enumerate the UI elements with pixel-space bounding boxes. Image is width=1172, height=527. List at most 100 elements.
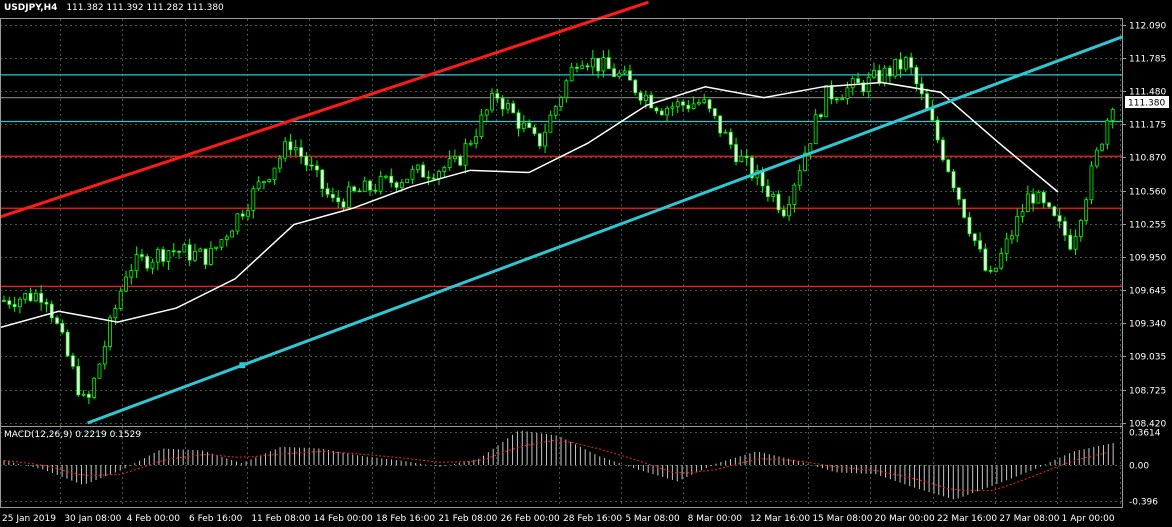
time-label: 26 Feb 00:00 <box>501 514 560 524</box>
candle-body <box>1110 109 1115 121</box>
candle-body <box>293 147 298 151</box>
candle-body <box>357 190 362 193</box>
candle-body <box>193 250 197 261</box>
axes: 25 Jan 2019 30 Jan 08:00 4 Feb 00:00 6 Feb … <box>0 18 1169 524</box>
candle-body <box>458 155 463 166</box>
current-price-label: 111.380 <box>1128 98 1165 108</box>
candle-body <box>712 108 717 117</box>
candle-body <box>580 65 585 69</box>
candle-body <box>548 114 553 133</box>
time-label: 14 Feb 00:00 <box>314 514 373 524</box>
candle-body <box>527 122 532 128</box>
candle-body <box>850 78 855 89</box>
candle-body <box>394 182 399 188</box>
candle-body <box>553 106 558 116</box>
candle-body <box>81 393 86 396</box>
candle-body <box>903 57 908 70</box>
macd-label: MACD(12,26,9) 0.2219 0.1529 <box>4 430 141 440</box>
candle-body <box>787 204 792 217</box>
candle-body <box>108 317 112 347</box>
candle-body <box>643 94 648 101</box>
candle-body <box>686 104 691 109</box>
candle-body <box>691 103 696 109</box>
time-label: 5 Mar 08:00 <box>625 514 680 524</box>
candle-body <box>468 142 473 145</box>
candle-body <box>824 85 829 118</box>
candle-body <box>336 197 341 203</box>
candle-body <box>330 193 335 199</box>
candle-body <box>1105 119 1110 145</box>
chart-window[interactable]: 25 Jan 2019 30 Jan 08:00 4 Feb 00:00 6 Feb … <box>0 0 1172 527</box>
candle-body <box>887 67 892 77</box>
candle-body <box>304 155 309 166</box>
candle-body <box>86 393 91 398</box>
chart-canvas[interactable]: 25 Jan 2019 30 Jan 08:00 4 Feb 00:00 6 Feb … <box>0 0 1172 527</box>
candle-body <box>511 103 516 114</box>
candle-body <box>187 244 192 261</box>
candle-body <box>893 59 898 77</box>
candle-body <box>299 147 303 157</box>
candle-body <box>1068 234 1073 250</box>
candle-body <box>506 103 510 110</box>
candle-body <box>999 253 1004 269</box>
price-tick: 110.560 <box>1129 188 1166 198</box>
candle-body <box>1015 215 1020 237</box>
time-label: 1 Apr 00:00 <box>1062 514 1115 524</box>
candle-body <box>134 254 139 271</box>
candle-body <box>49 303 54 319</box>
candle-body <box>856 78 860 84</box>
candle-body <box>373 189 378 192</box>
candle-body <box>649 94 654 109</box>
candle-body <box>479 114 484 137</box>
candle-body <box>65 331 70 357</box>
price-tick: 108.725 <box>1129 387 1166 397</box>
candle-body <box>7 300 12 305</box>
time-label: 12 Mar 16:00 <box>750 514 810 524</box>
candle-body <box>288 141 293 151</box>
candle-body <box>866 76 871 93</box>
candle-body <box>378 175 383 192</box>
candle-body <box>718 115 723 134</box>
candle-body <box>55 317 59 324</box>
candle-body <box>230 230 235 238</box>
candle-body <box>421 164 425 178</box>
candle-body <box>76 365 81 396</box>
candle-body <box>315 165 319 171</box>
macd-tick: 0.00 <box>1129 462 1149 472</box>
candle-body <box>834 98 839 101</box>
candle-body <box>102 346 107 365</box>
candle-body <box>177 250 181 253</box>
candle-body <box>426 176 431 179</box>
candle-body <box>564 80 569 99</box>
candle-body <box>935 119 940 141</box>
candle-body <box>951 171 956 189</box>
candle-body <box>781 209 786 217</box>
candle-body <box>765 185 770 198</box>
candle-body <box>543 131 547 147</box>
candle-body <box>203 248 208 265</box>
candle-body <box>633 79 638 94</box>
candle-body <box>675 101 680 108</box>
candle-body <box>575 66 579 69</box>
candle-body <box>447 158 452 168</box>
time-label: 28 Feb 16:00 <box>563 514 622 524</box>
candle-body <box>585 65 590 68</box>
candle-body <box>113 308 118 319</box>
candle-body <box>1010 235 1014 240</box>
candle-body <box>1020 211 1025 217</box>
candle-body <box>665 107 669 116</box>
candle-body <box>972 233 977 241</box>
macd-tick: 0.3614 <box>1129 429 1161 439</box>
candle-body <box>744 155 749 158</box>
candle-body <box>914 67 919 85</box>
candle-body <box>1025 193 1030 213</box>
candle-body <box>124 276 128 292</box>
candle-body <box>994 267 998 272</box>
candle-body <box>1073 236 1078 250</box>
candle-body <box>442 167 447 172</box>
candle-body <box>145 256 150 269</box>
time-label: 18 Feb 16:00 <box>376 514 435 524</box>
candle-body <box>71 355 75 367</box>
candle-body <box>325 188 330 195</box>
candle-body <box>898 59 903 70</box>
